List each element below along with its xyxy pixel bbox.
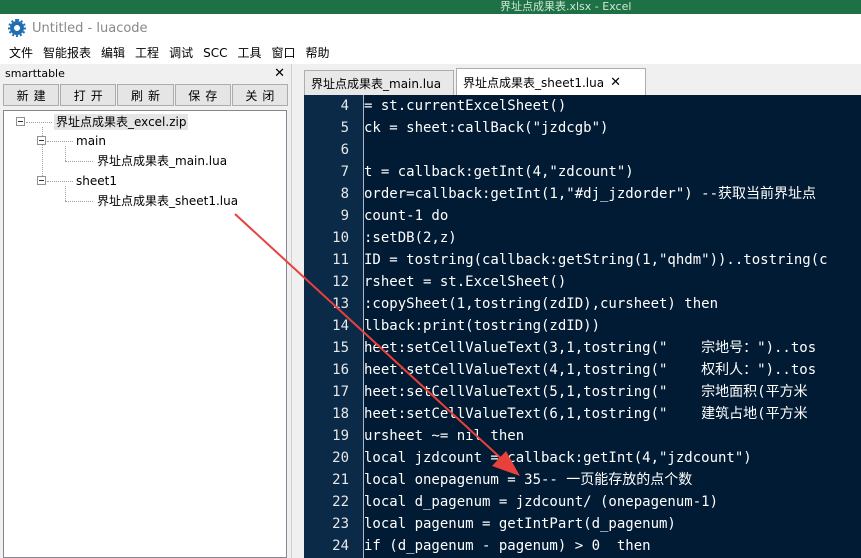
line-number: 17 — [332, 384, 349, 400]
line-number: 22 — [332, 494, 349, 510]
line-number: 11 — [332, 252, 349, 268]
menu-window[interactable]: 窗口 — [266, 42, 300, 64]
app-logo-icon — [8, 19, 26, 37]
tree-connector — [65, 186, 66, 201]
menu-debug[interactable]: 调试 — [164, 42, 198, 64]
project-tree[interactable]: 界址点成果表_excel.zip main 界址点成果表_main.lua sh… — [3, 110, 287, 558]
code-line: heet:setCellValueText(5,1,tostring(" 宗地面… — [364, 384, 808, 400]
close-button[interactable]: 关闭 — [231, 84, 289, 106]
menu-project[interactable]: 工程 — [130, 42, 164, 64]
panel-toolbar: 新建 打开 刷新 保存 关闭 — [0, 82, 291, 108]
tree-node-sheet1[interactable]: sheet1 — [76, 173, 117, 189]
line-number: 6 — [340, 142, 349, 158]
menu-smart-report[interactable]: 智能报表 — [38, 42, 96, 64]
menu-help[interactable]: 帮助 — [300, 42, 334, 64]
collapse-root-icon[interactable] — [16, 117, 25, 126]
background-excel-window: 界址点成果表.xlsx - Excel — [0, 0, 861, 14]
line-number: 8 — [340, 186, 349, 202]
code-line: local pagenum = getIntPart(d_pagenum) — [364, 516, 676, 532]
refresh-button[interactable]: 刷新 — [117, 84, 174, 106]
code-line: local jzdcount = callback:getInt(4,"jzdc… — [364, 450, 752, 466]
code-line: ursheet ~= nil then — [364, 428, 525, 444]
tree-connector — [65, 146, 66, 161]
menu-file[interactable]: 文件 — [4, 42, 38, 64]
line-number: 16 — [332, 362, 349, 378]
tree-node-sheet1-file[interactable]: 界址点成果表_sheet1.lua — [97, 193, 238, 209]
code-line: heet:setCellValueText(4,1,tostring(" 权利人… — [364, 362, 817, 378]
tree-connector — [47, 181, 73, 182]
smarttable-panel: smarttable ✕ 新建 打开 刷新 保存 关闭 界址点成果表_excel… — [0, 64, 292, 558]
code-line: ID = tostring(callback:getString(1,"qhdm… — [364, 252, 828, 268]
code-line: local onepagenum = 35-- 一页能存放的点个数 — [364, 472, 693, 488]
panel-header: smarttable ✕ — [0, 64, 291, 82]
line-number: 15 — [332, 340, 349, 356]
save-button[interactable]: 保存 — [174, 84, 231, 106]
tree-node-main[interactable]: main — [76, 133, 106, 149]
tab-label: 界址点成果表_main.lua — [311, 76, 442, 91]
new-button[interactable]: 新建 — [3, 84, 60, 106]
open-button[interactable]: 打开 — [60, 84, 117, 106]
code-line: rsheet = st.ExcelSheet() — [364, 274, 567, 290]
collapse-sheet1-icon[interactable] — [37, 176, 46, 185]
line-number: 5 — [340, 120, 349, 136]
code-line: ck = sheet:callBack("jzdcgb") — [364, 120, 609, 136]
tree-connector — [65, 161, 93, 162]
code-line: heet:setCellValueText(6,1,tostring(" 建筑占… — [364, 406, 808, 422]
panel-close-icon[interactable]: ✕ — [274, 66, 285, 81]
panel-title: smarttable — [5, 66, 65, 80]
line-number: 14 — [332, 318, 349, 334]
menu-tools[interactable]: 工具 — [232, 42, 266, 64]
line-number: 10 — [332, 230, 349, 246]
line-number: 23 — [332, 516, 349, 532]
line-number: 12 — [332, 274, 349, 290]
code-line: :copySheet(1,tostring(zdID),cursheet) th… — [364, 296, 719, 312]
code-line: :setDB(2,z) — [364, 230, 457, 246]
code-line: local d_pagenum = jzdcount/ (onepagenum-… — [364, 494, 719, 510]
tree-connector — [26, 122, 52, 123]
tree-connector — [42, 127, 43, 178]
tree-node-main-file[interactable]: 界址点成果表_main.lua — [97, 153, 227, 169]
title-bar: Untitled - luacode — [0, 14, 861, 42]
code-editor[interactable]: 4 = st.currentExcelSheet() 5 ck = sheet:cal… — [304, 95, 861, 558]
editor-tab-strip: 界址点成果表_main.lua 界址点成果表_sheet1.lua ✕ — [296, 64, 861, 95]
background-window-title: 界址点成果表.xlsx - Excel — [500, 0, 632, 13]
tab-main-lua[interactable]: 界址点成果表_main.lua — [304, 70, 454, 95]
line-number: 24 — [332, 538, 349, 554]
code-line: llback:print(tostring(zdID)) — [364, 318, 601, 334]
line-number: 7 — [340, 164, 349, 180]
menu-bar: 文件 智能报表 编辑 工程 调试 SCC 工具 窗口 帮助 — [0, 42, 861, 64]
tab-close-icon[interactable]: ✕ — [610, 75, 621, 90]
code-line: count-1 do — [364, 208, 449, 224]
tab-sheet1-lua[interactable]: 界址点成果表_sheet1.lua ✕ — [456, 68, 646, 95]
tree-node-root[interactable]: 界址点成果表_excel.zip — [54, 114, 189, 130]
code-line: heet:setCellValueText(3,1,tostring(" 宗地号… — [364, 340, 817, 356]
collapse-main-icon[interactable] — [37, 136, 46, 145]
code-line: order=callback:getInt(1,"#dj_jzdorder") … — [364, 186, 817, 202]
line-number: 13 — [332, 296, 349, 312]
code-line: t = callback:getInt(4,"zdcount") — [364, 164, 634, 180]
menu-scc[interactable]: SCC — [198, 42, 232, 64]
tree-connector — [65, 201, 93, 202]
tab-label: 界址点成果表_sheet1.lua — [463, 75, 605, 90]
line-number: 9 — [340, 208, 349, 224]
line-number: 20 — [332, 450, 349, 466]
line-number: 4 — [340, 98, 349, 114]
menu-edit[interactable]: 编辑 — [96, 42, 130, 64]
line-number: 21 — [332, 472, 349, 488]
line-number: 19 — [332, 428, 349, 444]
tree-connector — [47, 141, 73, 142]
code-line: if (d_pagenum - pagenum) > 0 then — [364, 538, 651, 554]
code-line: = st.currentExcelSheet() — [364, 98, 567, 114]
window-title: Untitled - luacode — [32, 20, 148, 36]
line-number: 18 — [332, 406, 349, 422]
